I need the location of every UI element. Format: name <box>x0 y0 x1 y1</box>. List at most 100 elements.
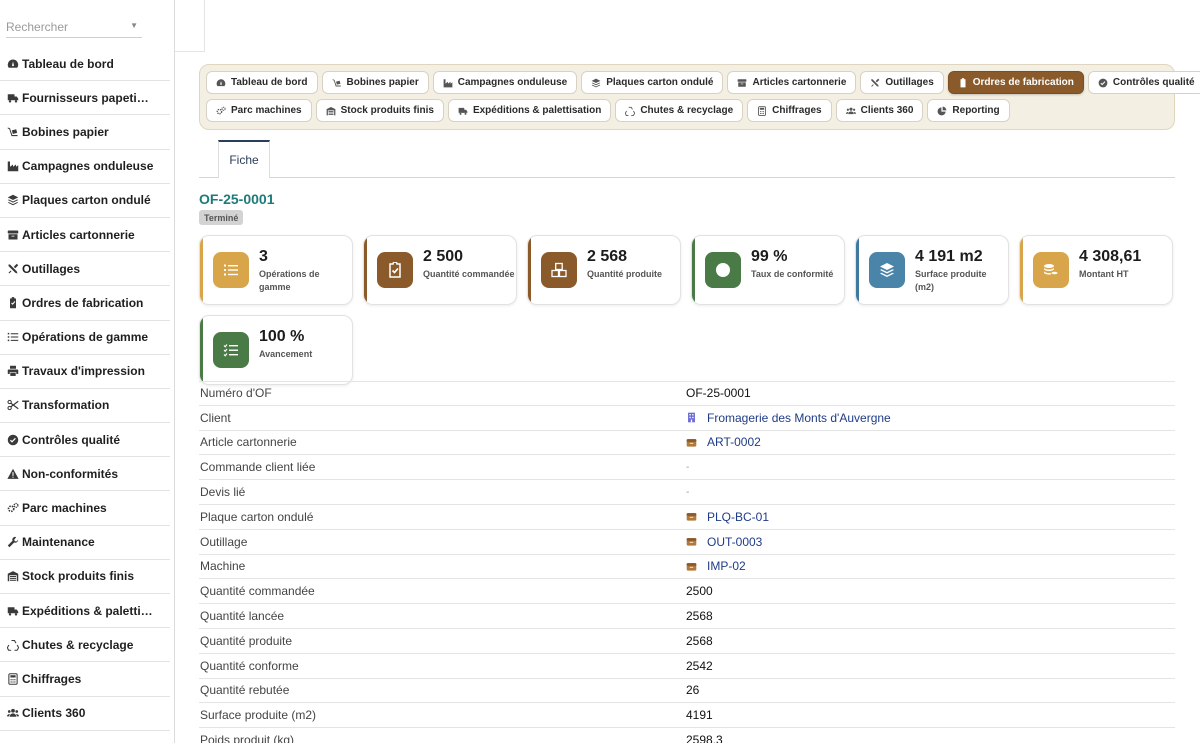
sidebar-item-travaux-d-impression[interactable]: Travaux d'impression <box>0 355 170 389</box>
detail-row-quantite-rebutee: Quantité rebutée 26 <box>199 679 1175 704</box>
app-root: ▼ Tableau de bord Fournisseurs papeti… Bob… <box>0 0 1200 743</box>
detail-label: Plaque carton ondulé <box>200 509 314 524</box>
detail-label: Numéro d'OF <box>200 386 272 401</box>
layers-icon <box>591 78 601 88</box>
kpi-label: Taux de conformité <box>751 269 834 279</box>
sidebar-item-ordres-de-fabrication[interactable]: Ordres de fabrication <box>0 286 170 321</box>
sidebar-item-expeditions-paletti[interactable]: Expéditions & paletti… <box>0 594 170 629</box>
sidebar-item-parc-machines[interactable]: Parc machines <box>0 491 170 526</box>
clipboard-icon <box>6 296 20 310</box>
tab-fiche[interactable]: Fiche <box>218 140 270 178</box>
sidebar-item-label: Opérations de gamme <box>22 330 149 345</box>
detail-link[interactable]: PLQ-BC-01 <box>707 510 769 524</box>
kpi-label: Montant HT <box>1079 269 1129 279</box>
module-tab-controles-qualite[interactable]: Contrôles qualité <box>1087 71 1200 94</box>
check-circle-icon <box>705 252 741 288</box>
detail-label: Quantité commandée <box>200 584 315 599</box>
module-tab-label: Articles cartonnerie <box>752 77 847 88</box>
sidebar-item-non-conformites[interactable]: Non-conformités <box>0 457 170 492</box>
archive-icon <box>737 78 747 88</box>
sidebar-item-stock-produits-finis[interactable]: Stock produits finis <box>0 560 170 594</box>
detail-label: Poids produit (kg) <box>200 733 295 743</box>
module-tab-plaques-carton-ondule[interactable]: Plaques carton ondulé <box>581 71 724 94</box>
module-tab-outillages[interactable]: Outillages <box>860 71 944 94</box>
detail-row-client: Client Fromagerie des Monts d'Auvergne <box>199 406 1175 431</box>
detail-row-commande-client-liee: Commande client liée - <box>199 455 1175 481</box>
sidebar-item-controles-qualite[interactable]: Contrôles qualité <box>0 423 170 458</box>
dolly-icon <box>332 78 342 88</box>
cogs-icon <box>6 501 20 515</box>
module-tab-ordres-de-fabrication[interactable]: Ordres de fabrication <box>947 71 1084 94</box>
kpi-card-avancement: 100 % Avancement <box>199 315 353 385</box>
sidebar-item-chutes-recyclage[interactable]: Chutes & recyclage <box>0 628 170 663</box>
wrench-icon <box>6 535 20 549</box>
sidebar-item-plaques-carton-ondule[interactable]: Plaques carton ondulé <box>0 184 170 218</box>
cogs-icon <box>216 106 226 116</box>
module-tab-clients-360[interactable]: Clients 360 <box>835 99 924 122</box>
chevron-down-icon[interactable]: ▼ <box>130 21 138 30</box>
module-tab-articles-cartonnerie[interactable]: Articles cartonnerie <box>727 71 857 94</box>
kpi-label: Surface produite (m2) <box>915 269 987 292</box>
sidebar-item-clients-360[interactable]: Clients 360 <box>0 697 170 731</box>
module-tab-chiffrages[interactable]: Chiffrages <box>747 99 832 122</box>
detail-row-poids-produit-kg: Poids produit (kg) 2598.3 <box>199 728 1175 743</box>
box-icon <box>686 437 697 448</box>
sidebar-item-operations-de-gamme[interactable]: Opérations de gamme <box>0 321 170 355</box>
boxes-icon <box>541 252 577 288</box>
users-icon <box>845 106 856 116</box>
detail-link[interactable]: OUT-0003 <box>707 535 762 549</box>
detail-label: Surface produite (m2) <box>200 708 317 723</box>
sidebar: ▼ Tableau de bord Fournisseurs papeti… Bob… <box>0 0 175 743</box>
sidebar-item-outillages[interactable]: Outillages <box>0 252 170 287</box>
archive-icon <box>6 228 20 242</box>
kpi-value: 2 568 <box>587 248 628 265</box>
module-tab-stock-produits-finis[interactable]: Stock produits finis <box>315 99 444 122</box>
detail-row-quantite-lancee: Quantité lancée 2568 <box>199 604 1175 629</box>
kpi-label: Quantité produite <box>587 269 662 279</box>
top-toolbar-strip <box>175 0 205 52</box>
detail-link[interactable]: ART-0002 <box>707 435 761 449</box>
detail-row-surface-produite-m2: Surface produite (m2) 4191 <box>199 703 1175 729</box>
module-tab-bobines-papier[interactable]: Bobines papier <box>321 71 429 94</box>
sidebar-item-label: Plaques carton ondulé <box>22 193 151 208</box>
detail-link[interactable]: Fromagerie des Monts d'Auvergne <box>707 411 891 425</box>
sidebar-item-label: Chiffrages <box>22 671 82 686</box>
recycle-icon <box>625 106 636 116</box>
sidebar-item-maintenance[interactable]: Maintenance <box>0 526 170 560</box>
module-tab-campagnes-onduleuse[interactable]: Campagnes onduleuse <box>432 71 578 94</box>
module-tab-label: Outillages <box>885 77 934 88</box>
module-tab-label: Clients 360 <box>860 105 914 116</box>
sidebar-item-transformation[interactable]: Transformation <box>0 389 170 424</box>
sidebar-item-tableau-de-bord[interactable]: Tableau de bord <box>0 47 170 82</box>
box-icon <box>686 536 697 547</box>
truck-icon <box>6 604 20 618</box>
detail-label: Commande client liée <box>200 460 316 475</box>
sidebar-item-bobines-papier[interactable]: Bobines papier <box>0 115 170 150</box>
page-title: OF-25-0001 <box>199 191 275 207</box>
sidebar-item-label: Expéditions & paletti… <box>22 603 153 618</box>
sidebar-item-label: Clients 360 <box>22 706 86 721</box>
search-box[interactable]: ▼ <box>6 18 142 38</box>
coins-icon <box>1033 252 1069 288</box>
module-tab-label: Bobines papier <box>346 77 419 88</box>
sidebar-item-chiffrages[interactable]: Chiffrages <box>0 662 170 697</box>
detail-row-quantite-conforme: Quantité conforme 2542 <box>199 654 1175 679</box>
kpi-card-surface-produite-m2: 4 191 m2 Surface produite (m2) <box>855 235 1009 305</box>
module-tab-chutes-recyclage[interactable]: Chutes & recyclage <box>615 99 744 122</box>
module-tabs: Tableau de bord Bobines papier Campagnes o… <box>199 64 1200 130</box>
detail-label: Outillage <box>200 534 248 549</box>
sidebar-item-campagnes-onduleuse[interactable]: Campagnes onduleuse <box>0 150 170 184</box>
module-tab-reporting[interactable]: Reporting <box>927 99 1010 122</box>
detail-link[interactable]: IMP-02 <box>707 559 746 573</box>
module-tab-expeditions-palettisation[interactable]: Expéditions & palettisation <box>447 99 612 122</box>
search-input[interactable] <box>6 18 126 36</box>
chart-pie-icon <box>937 106 947 116</box>
detail-value: 2568 <box>686 609 713 624</box>
truck-icon <box>458 106 468 116</box>
kpi-value: 99 % <box>751 248 788 265</box>
sidebar-item-articles-cartonnerie[interactable]: Articles cartonnerie <box>0 218 170 253</box>
module-tab-parc-machines[interactable]: Parc machines <box>206 99 312 122</box>
module-tab-tableau-de-bord[interactable]: Tableau de bord <box>206 71 318 94</box>
warehouse-icon <box>326 106 336 116</box>
sidebar-item-fournisseurs-papeti[interactable]: Fournisseurs papeti… <box>0 81 170 116</box>
